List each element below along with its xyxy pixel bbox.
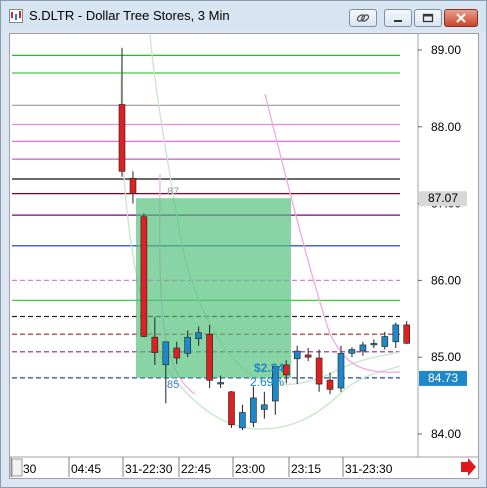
candle-body [129, 178, 137, 195]
measure-percent-label: 2.69% [250, 375, 284, 389]
candle [129, 171, 137, 204]
candle-body [370, 343, 378, 346]
candle [403, 321, 411, 345]
candle-body [228, 391, 235, 426]
maximize-button[interactable] [414, 9, 442, 27]
close-button[interactable] [444, 9, 478, 27]
candle [250, 386, 257, 428]
candle-body [326, 379, 334, 390]
candle [239, 404, 246, 431]
candle-body [206, 333, 213, 381]
box-bottom-label: 85 [167, 379, 179, 391]
box-top-label: 87 [167, 186, 179, 198]
candle-body [337, 353, 345, 389]
candle [140, 213, 148, 338]
candle [359, 341, 367, 356]
candle [315, 349, 323, 392]
price-chart[interactable]: 89.0088.0087.0086.0085.0084.00 4:3004:45… [10, 34, 478, 478]
current-price-label: 84.73 [428, 371, 458, 385]
title-bar[interactable]: S.DLTR - Dollar Tree Stores, 3 Min [1, 1, 486, 31]
time-tick-label: 23:00 [235, 462, 265, 476]
measure-dollars-label: $2.34 [254, 361, 284, 375]
candle [348, 347, 356, 358]
close-icon [456, 13, 466, 23]
current-price-marker: 84.73 [419, 370, 467, 386]
candle-body [184, 336, 191, 354]
candle-body [195, 332, 202, 340]
scroll-right-arrow[interactable] [461, 458, 476, 476]
candle [326, 372, 334, 395]
link-icon [356, 14, 370, 22]
candle-body [217, 382, 224, 385]
arrow-right-icon [461, 458, 476, 476]
minimize-button[interactable] [384, 9, 412, 27]
candle [304, 348, 312, 361]
maximize-icon [422, 13, 434, 23]
time-tick-label: 31-23:30 [345, 462, 393, 476]
chart-window: S.DLTR - Dollar Tree Stores, 3 Min 89.00… [0, 0, 487, 488]
candle-body [151, 336, 159, 353]
candle-body [173, 347, 181, 359]
window-title: S.DLTR - Dollar Tree Stores, 3 Min [29, 8, 230, 23]
app-chart-icon [9, 9, 23, 23]
price-tick-label: 89.00 [431, 43, 461, 57]
time-tick-label: 23:15 [291, 462, 321, 476]
candle-body [162, 341, 170, 366]
candle-body [359, 344, 367, 352]
candle-body [140, 216, 148, 337]
time-tick-label: 31-22:30 [125, 462, 173, 476]
link-button[interactable] [349, 9, 377, 27]
measure-box[interactable] [136, 198, 291, 378]
minimize-icon [394, 20, 402, 22]
candle-body [403, 324, 411, 344]
candle [337, 345, 345, 392]
candle [118, 47, 126, 177]
candle [261, 391, 268, 419]
time-scroll-handle[interactable] [11, 458, 23, 477]
last-price-marker: 87.07 [419, 191, 467, 207]
candle [392, 322, 400, 348]
candle-body [348, 349, 356, 354]
candle-body [239, 412, 246, 429]
candle-body [381, 336, 389, 347]
candle-body [282, 364, 290, 376]
time-axis: 4:30 04:45 31-22:30 22:45 23:00 23:15 31-23:30 [10, 457, 393, 477]
candle [228, 391, 235, 428]
chart-area[interactable]: 89.0088.0087.0086.0085.0084.00 4:3004:45… [9, 33, 479, 479]
price-tick-label: 84.00 [431, 427, 461, 441]
candle-body [293, 350, 301, 360]
candle-body [118, 104, 126, 172]
candle [370, 339, 378, 348]
price-tick-label: 85.00 [431, 350, 461, 364]
price-tick-label: 88.00 [431, 120, 461, 134]
candle-body [250, 397, 257, 423]
candle-body [261, 404, 268, 410]
time-tick-label: 22:45 [181, 462, 211, 476]
time-tick-label: 04:45 [71, 462, 101, 476]
candle [206, 324, 213, 388]
candle-body [304, 354, 312, 358]
price-tick-label: 86.00 [431, 273, 461, 287]
candle-body [392, 324, 400, 343]
candle-body [315, 357, 323, 385]
last-price-label: 87.07 [428, 191, 458, 205]
